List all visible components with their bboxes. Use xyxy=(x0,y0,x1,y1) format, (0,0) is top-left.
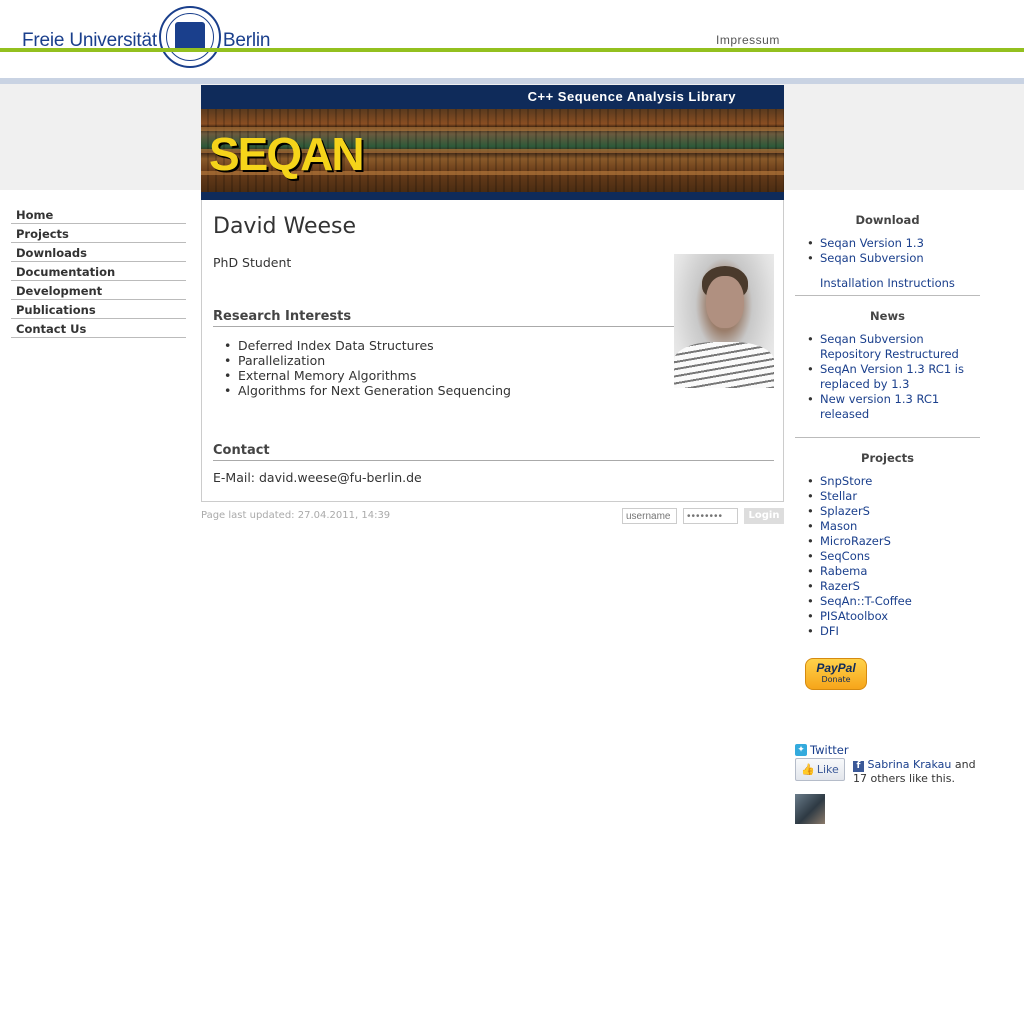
project-link[interactable]: DFI xyxy=(820,624,839,638)
twitter-label: Twitter xyxy=(810,743,849,757)
nav-item-downloads[interactable]: Downloads xyxy=(11,243,186,262)
nav-item-publications[interactable]: Publications xyxy=(11,300,186,319)
right-sidebar: Download Seqan Version 1.3 Seqan Subvers… xyxy=(795,205,980,639)
seqan-logo[interactable]: SEQAN xyxy=(209,127,365,181)
bookshelf-banner-image: SEQAN xyxy=(201,109,784,192)
project-link[interactable]: Rabema xyxy=(820,564,867,578)
person-photo xyxy=(674,254,774,388)
list-item: Mason xyxy=(807,519,980,534)
project-link[interactable]: PISAtoolbox xyxy=(820,609,888,623)
main-content: David Weese PhD Student Research Interes… xyxy=(201,200,784,502)
header-green-divider xyxy=(0,48,1024,52)
nav-item-projects[interactable]: Projects xyxy=(11,224,186,243)
facebook-social-text: f Sabrina Krakau and 17 others like this… xyxy=(853,758,983,786)
project-link[interactable]: Mason xyxy=(820,519,857,533)
projects-heading: Projects xyxy=(861,451,914,465)
news-link[interactable]: SeqAn Version 1.3 RC1 is replaced by 1.3 xyxy=(820,362,964,391)
news-list: Seqan Subversion Repository Restructured… xyxy=(807,332,980,422)
project-link[interactable]: SeqAn::T-Coffee xyxy=(820,594,912,608)
banner-title: C++ Sequence Analysis Library xyxy=(527,89,736,104)
list-item: External Memory Algorithms xyxy=(224,368,511,383)
project-link[interactable]: SnpStore xyxy=(820,474,872,488)
seqan-banner: C++ Sequence Analysis Library SEQAN xyxy=(201,85,784,200)
university-seal-icon xyxy=(158,6,221,68)
download-link[interactable]: Seqan Subversion xyxy=(820,251,924,265)
list-item: SnpStore xyxy=(807,474,980,489)
username-input[interactable] xyxy=(622,508,677,524)
impressum-link[interactable]: Impressum xyxy=(716,33,780,47)
fu-berlin-logo[interactable]: Freie Universität Berlin xyxy=(22,6,271,70)
nav-item-contact-us[interactable]: Contact Us xyxy=(11,319,186,338)
paypal-donate-button[interactable]: PayPal Donate xyxy=(805,658,867,690)
list-item: SeqCons xyxy=(807,549,980,564)
list-item: Seqan Subversion Repository Restructured xyxy=(807,332,980,362)
news-section: Seqan Subversion Repository Restructured… xyxy=(795,323,980,438)
list-item: SplazerS xyxy=(807,504,980,519)
news-link[interactable]: New version 1.3 RC1 released xyxy=(820,392,939,421)
news-link[interactable]: Seqan Subversion Repository Restructured xyxy=(820,332,959,361)
project-link[interactable]: Stellar xyxy=(820,489,857,503)
page-last-updated: Page last updated: 27.04.2011, 14:39 xyxy=(201,510,391,521)
page-title: David Weese xyxy=(213,214,357,239)
list-item: SeqAn::T-Coffee xyxy=(807,594,980,609)
project-link[interactable]: SplazerS xyxy=(820,504,870,518)
list-item: Seqan Version 1.3 xyxy=(807,236,980,251)
thumbs-up-icon: 👍 xyxy=(801,763,815,776)
paypal-donate-label: Donate xyxy=(821,675,851,684)
contact-email[interactable]: E-Mail: david.weese@fu-berlin.de xyxy=(213,470,422,485)
nav-item-development[interactable]: Development xyxy=(11,281,186,300)
research-interests-list: Deferred Index Data Structures Paralleli… xyxy=(224,338,511,398)
list-item: DFI xyxy=(807,624,980,639)
like-label: Like xyxy=(816,763,839,776)
list-item: SeqAn Version 1.3 RC1 is replaced by 1.3 xyxy=(807,362,980,392)
news-heading: News xyxy=(870,309,905,323)
password-input[interactable] xyxy=(683,508,738,524)
project-link[interactable]: MicroRazerS xyxy=(820,534,891,548)
main-navigation: Home Projects Downloads Documentation De… xyxy=(11,205,186,338)
person-role: PhD Student xyxy=(213,255,292,270)
install-row: Installation Instructions xyxy=(795,266,980,296)
list-item: Deferred Index Data Structures xyxy=(224,338,511,353)
list-item: MicroRazerS xyxy=(807,534,980,549)
twitter-link[interactable]: ✦ Twitter xyxy=(795,743,849,757)
list-item: Rabema xyxy=(807,564,980,579)
projects-list: SnpStore Stellar SplazerS Mason MicroRaz… xyxy=(807,474,980,639)
facebook-like-button[interactable]: 👍 Like xyxy=(795,758,845,781)
list-item: Stellar xyxy=(807,489,980,504)
nav-item-documentation[interactable]: Documentation xyxy=(11,262,186,281)
facebook-icon: f xyxy=(853,761,864,772)
research-interests-heading: Research Interests xyxy=(213,309,674,327)
facebook-friend-link[interactable]: Sabrina Krakau xyxy=(868,758,952,771)
nav-item-home[interactable]: Home xyxy=(11,205,186,224)
list-item: Parallelization xyxy=(224,353,511,368)
project-link[interactable]: SeqCons xyxy=(820,549,870,563)
download-list: Seqan Version 1.3 Seqan Subversion xyxy=(807,236,980,266)
list-item: RazerS xyxy=(807,579,980,594)
project-link[interactable]: RazerS xyxy=(820,579,860,593)
list-item: PISAtoolbox xyxy=(807,609,980,624)
contact-heading: Contact xyxy=(213,443,774,461)
download-heading: Download xyxy=(855,213,920,227)
paypal-logo-text: PayPal xyxy=(816,661,856,675)
installation-instructions-link[interactable]: Installation Instructions xyxy=(820,276,980,290)
download-link[interactable]: Seqan Version 1.3 xyxy=(820,236,924,250)
facebook-friend-avatar[interactable] xyxy=(795,794,825,824)
list-item: Seqan Subversion xyxy=(807,251,980,266)
university-header: Freie Universität Berlin Impressum xyxy=(0,0,1024,68)
list-item: New version 1.3 RC1 released xyxy=(807,392,980,422)
login-button[interactable]: Login xyxy=(744,508,784,524)
twitter-bird-icon: ✦ xyxy=(795,744,807,756)
list-item: Algorithms for Next Generation Sequencin… xyxy=(224,383,511,398)
